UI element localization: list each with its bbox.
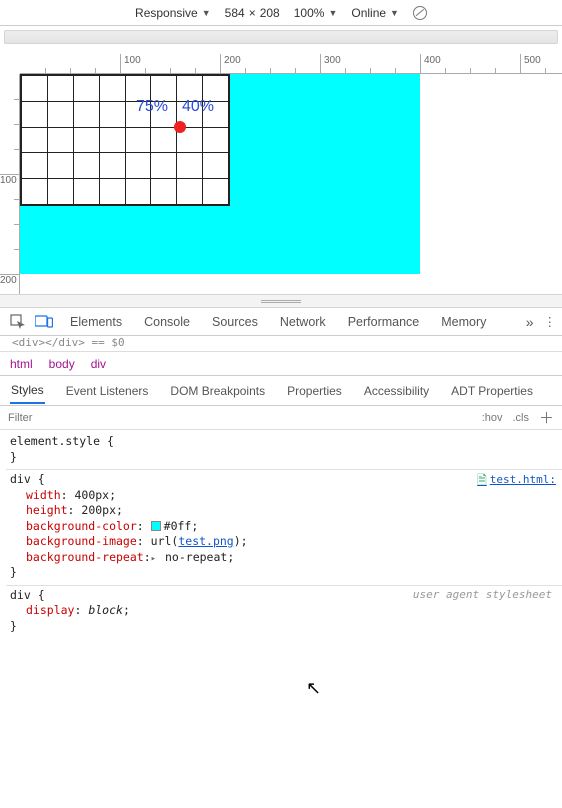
rule-element-style[interactable]: element.style { } — [6, 432, 562, 470]
styles-filter-input[interactable] — [8, 412, 472, 424]
new-file-icon: 🗎 — [477, 472, 487, 488]
device-mode-label: Responsive — [135, 6, 198, 20]
chevron-down-icon: ▼ — [202, 8, 211, 18]
tab-memory[interactable]: Memory — [439, 311, 488, 333]
dom-breadcrumb: html body div — [0, 352, 562, 376]
device-toolbar: Responsive ▼ 584 × 208 100% ▼ Online ▼ — [0, 0, 562, 26]
device-size-sep: × — [249, 6, 256, 20]
device-toggle-icon[interactable] — [32, 311, 56, 333]
ruler-vertical: 100 200 — [0, 74, 20, 294]
rule-source-link[interactable]: 🗎 test.html: — [477, 472, 556, 488]
url-link[interactable]: test.png — [178, 534, 233, 548]
css-declaration[interactable]: height: 200px; — [10, 503, 558, 519]
css-declaration[interactable]: width: 400px; — [10, 488, 558, 504]
crumb-div[interactable]: div — [91, 357, 106, 371]
css-declaration[interactable]: background-image: url(test.png); — [10, 534, 558, 550]
bg-position-y-label: 75% — [136, 98, 168, 116]
tab-elements[interactable]: Elements — [68, 311, 124, 333]
ruler-horizontal: 100 200 300 400 500 — [20, 54, 562, 74]
selector: element.style — [10, 434, 100, 448]
zoom-label: 100% — [294, 6, 325, 20]
css-declaration: display: block; — [10, 603, 558, 619]
tab-network[interactable]: Network — [278, 311, 328, 333]
ruler-tick: 200 — [0, 274, 20, 287]
device-width-input[interactable]: 584 — [225, 6, 245, 20]
bg-position-x-label: 40% — [182, 98, 214, 116]
panel-splitter[interactable] — [0, 294, 562, 308]
styles-filter-row: :hov .cls ＋ — [0, 406, 562, 430]
expand-shorthand-icon[interactable]: ▸ — [151, 554, 156, 564]
new-style-rule-icon[interactable]: ＋ — [539, 407, 554, 428]
throttling-label: Online — [351, 6, 386, 20]
hover-toggle[interactable]: :hov — [482, 412, 503, 424]
subtab-dom-breakpoints[interactable]: DOM Breakpoints — [169, 378, 266, 404]
color-swatch[interactable] — [151, 521, 161, 531]
css-declaration[interactable]: background-repeat:▸ no-repeat; — [10, 550, 558, 566]
rule-div-useragent: user agent stylesheet div { display: blo… — [6, 586, 562, 639]
rule-div-authored[interactable]: 🗎 test.html: div { width: 400px; height:… — [6, 470, 562, 586]
throttling-select[interactable]: Online ▼ — [351, 6, 399, 20]
crumb-html[interactable]: html — [10, 357, 33, 371]
tab-sources[interactable]: Sources — [210, 311, 260, 333]
ruler-tick: 300 — [320, 54, 341, 74]
subtab-styles[interactable]: Styles — [10, 377, 45, 404]
crumb-body[interactable]: body — [49, 357, 75, 371]
subtab-properties[interactable]: Properties — [286, 378, 343, 404]
inspect-element-icon[interactable] — [6, 311, 30, 333]
chevron-down-icon: ▼ — [328, 8, 337, 18]
zoom-select[interactable]: 100% ▼ — [294, 6, 338, 20]
mouse-cursor-icon: ↖ — [306, 678, 321, 699]
styles-rules-pane: element.style { } 🗎 test.html: div { wid… — [0, 430, 562, 638]
bg-position-dot[interactable] — [174, 121, 186, 133]
ruler-tick: 200 — [220, 54, 241, 74]
kebab-menu-icon[interactable]: ⋮ — [544, 314, 557, 329]
device-mode-select[interactable]: Responsive ▼ — [135, 6, 211, 20]
devtools-tabbar: Elements Console Sources Network Perform… — [0, 308, 562, 336]
page-preview-div[interactable]: 75% 40% — [20, 74, 420, 274]
device-height-input[interactable]: 208 — [260, 6, 280, 20]
chevron-down-icon: ▼ — [390, 8, 399, 18]
device-scale-bar[interactable] — [4, 30, 558, 44]
cls-toggle[interactable]: .cls — [512, 412, 529, 424]
styles-subtabs: Styles Event Listeners DOM Breakpoints P… — [0, 376, 562, 406]
tab-performance[interactable]: Performance — [346, 311, 422, 333]
devtools-tabs: Elements Console Sources Network Perform… — [68, 311, 488, 333]
responsive-viewport: 100 200 300 400 500 100 200 75% 40% — [0, 30, 562, 294]
user-agent-note: user agent stylesheet — [413, 588, 552, 603]
background-image-grid — [20, 74, 230, 206]
subtab-adt-properties[interactable]: ADT Properties — [450, 378, 534, 404]
selector: div — [10, 588, 31, 602]
css-declaration[interactable]: background-color: #0ff; — [10, 519, 558, 535]
ruler-tick: 500 — [520, 54, 541, 74]
ruler-tick: 100 — [120, 54, 141, 74]
subtab-accessibility[interactable]: Accessibility — [363, 378, 430, 404]
device-size-inputs: 584 × 208 — [225, 6, 280, 20]
rotate-icon[interactable] — [413, 6, 427, 20]
tab-console[interactable]: Console — [142, 311, 192, 333]
more-tabs-icon[interactable]: » — [526, 314, 534, 330]
dom-tree-row[interactable]: <div></div> == $0 — [0, 336, 562, 352]
ruler-tick: 400 — [420, 54, 441, 74]
subtab-event-listeners[interactable]: Event Listeners — [65, 378, 150, 404]
ruler-tick: 100 — [0, 174, 20, 187]
selector: div — [10, 472, 31, 486]
dom-snippet: <div></div> == $0 — [12, 336, 125, 349]
source-file-name: test.html: — [490, 473, 556, 488]
